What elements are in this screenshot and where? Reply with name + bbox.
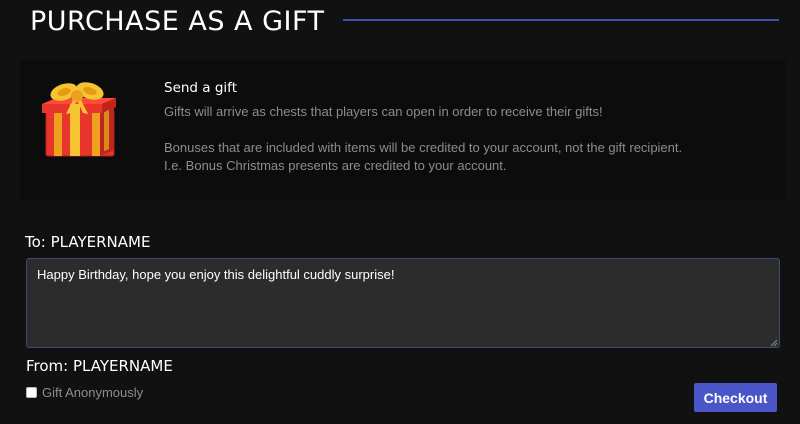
- gift-info-description: Gifts will arrive as chests that players…: [164, 104, 603, 119]
- gift-info-panel: Send a gift Gifts will arrive as chests …: [20, 60, 786, 200]
- checkout-button[interactable]: Checkout: [694, 383, 777, 412]
- gift-box-icon: [42, 82, 116, 157]
- anonymous-checkbox-label[interactable]: Gift Anonymously: [42, 385, 143, 400]
- anonymous-option[interactable]: Gift Anonymously: [26, 384, 143, 400]
- resize-grip-icon[interactable]: [770, 339, 778, 347]
- gift-info-title: Send a gift: [164, 80, 237, 96]
- gift-message-textarea[interactable]: Happy Birthday, hope you enjoy this deli…: [26, 258, 780, 348]
- page-title: PURCHASE AS A GIFT: [30, 6, 325, 37]
- header-divider: [343, 19, 779, 21]
- recipient-label: To: PLAYERNAME: [25, 233, 151, 251]
- gift-bonus-note: Bonuses that are included with items wil…: [164, 140, 683, 155]
- page-header: PURCHASE AS A GIFT: [0, 0, 800, 44]
- anonymous-checkbox[interactable]: [26, 386, 37, 398]
- sender-label: From: PLAYERNAME: [26, 357, 173, 375]
- gift-bonus-example: I.e. Bonus Christmas presents are credit…: [164, 158, 507, 173]
